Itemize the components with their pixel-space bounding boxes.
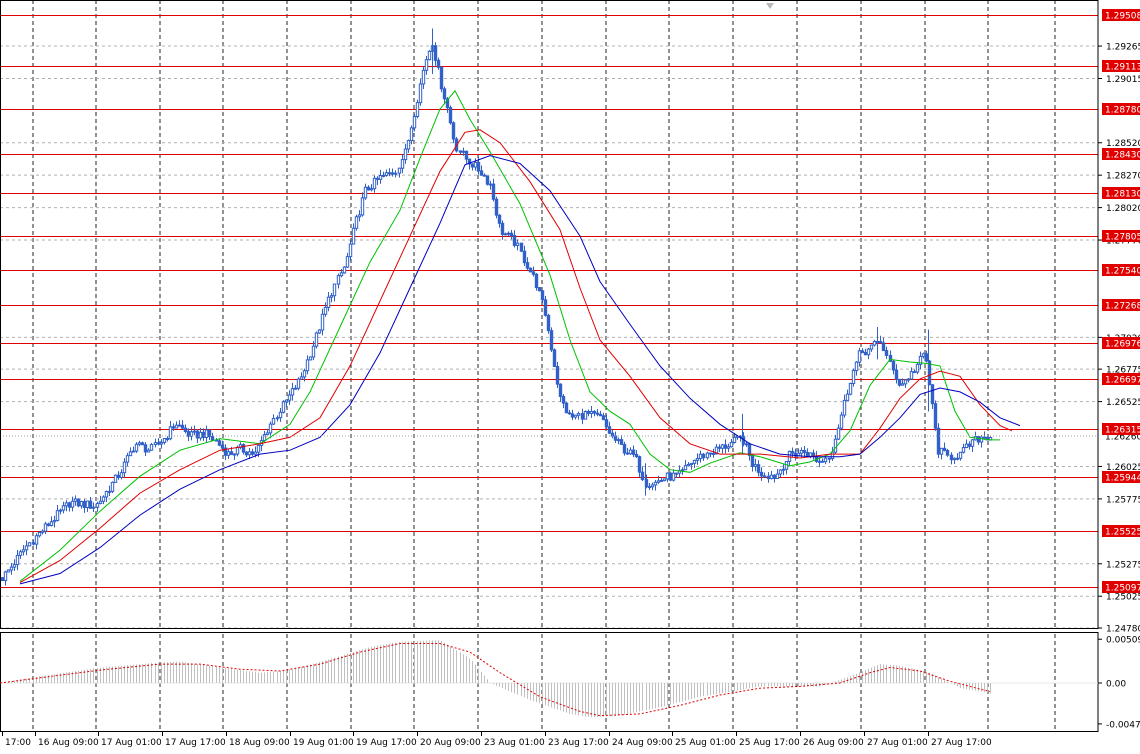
price-level-label: 1.26315	[1102, 423, 1140, 436]
candle[interactable]	[534, 273, 539, 291]
price-level-label: 1.29508	[1102, 9, 1140, 22]
time-tick-label: 19 Aug 01:00	[293, 738, 354, 748]
svg-text:1.29508: 1.29508	[1105, 12, 1140, 22]
indicator-tick-label: -0.00476	[1106, 720, 1140, 730]
candle[interactable]	[110, 481, 115, 494]
candle[interactable]	[427, 50, 432, 61]
price-level-label: 1.27268	[1102, 299, 1140, 312]
time-tick-label: 17:00	[5, 738, 31, 748]
candle[interactable]	[494, 196, 499, 219]
candle[interactable]	[564, 402, 569, 414]
candle[interactable]	[317, 329, 322, 334]
candle[interactable]	[314, 331, 319, 349]
price-level-label: 1.29113	[1102, 60, 1140, 73]
candle[interactable]	[897, 378, 902, 387]
candle[interactable]	[537, 287, 542, 292]
price-level-label: 1.26697	[1102, 373, 1140, 386]
price-tick-label: 1.28520	[1106, 139, 1140, 149]
candle[interactable]	[915, 362, 920, 375]
time-tick-label: 25 Aug 01:00	[675, 738, 736, 748]
price-tick-label: 1.25025	[1106, 593, 1140, 603]
candle[interactable]	[439, 66, 444, 93]
candle[interactable]	[583, 410, 588, 420]
candle[interactable]	[281, 400, 286, 414]
time-tick-label: 27 Aug 17:00	[931, 738, 992, 748]
time-tick-label: 23 Aug 17:00	[548, 738, 609, 748]
candle[interactable]	[485, 175, 490, 186]
svg-text:1.27805: 1.27805	[1105, 233, 1140, 243]
svg-text:1.28780: 1.28780	[1105, 106, 1140, 116]
candle[interactable]	[0, 576, 5, 582]
candle[interactable]	[76, 498, 81, 508]
time-tick-label: 27 Aug 01:00	[867, 738, 928, 748]
svg-text:1.26697: 1.26697	[1105, 376, 1140, 386]
svg-text:1.28430: 1.28430	[1105, 151, 1140, 161]
svg-text:1.29113: 1.29113	[1105, 63, 1140, 73]
candle[interactable]	[851, 368, 856, 387]
candle[interactable]	[296, 377, 301, 391]
time-tick-label: 18 Aug 09:00	[229, 738, 290, 748]
candle[interactable]	[933, 400, 938, 431]
svg-text:1.25944: 1.25944	[1105, 474, 1140, 484]
svg-text:1.28130: 1.28130	[1105, 190, 1140, 200]
price-tick-label: 1.24780	[1106, 625, 1140, 635]
candle[interactable]	[415, 99, 420, 119]
candle[interactable]	[848, 382, 853, 396]
chart-background	[0, 0, 1140, 754]
candle[interactable]	[528, 267, 533, 273]
candle[interactable]	[839, 411, 844, 431]
svg-text:1.26976: 1.26976	[1105, 340, 1140, 350]
candle[interactable]	[6, 569, 11, 573]
price-tick-label: 1.28270	[1106, 172, 1140, 182]
candle[interactable]	[448, 105, 453, 125]
price-tick-label: 1.25775	[1106, 495, 1140, 505]
price-tick-label: 1.29265	[1106, 43, 1140, 53]
candle[interactable]	[149, 442, 154, 451]
candle[interactable]	[308, 356, 313, 361]
trading-chart[interactable]: 1.292651.290151.285201.282701.280201.277…	[0, 0, 1140, 754]
candle[interactable]	[519, 242, 524, 253]
price-level-label: 1.25525	[1102, 525, 1140, 538]
price-level-label: 1.28130	[1102, 187, 1140, 200]
price-level-label: 1.26976	[1102, 337, 1140, 350]
price-level-label: 1.25944	[1102, 471, 1140, 484]
price-tick-label: 1.26525	[1106, 398, 1140, 408]
candle[interactable]	[113, 474, 118, 483]
indicator-tick-label: 0.00	[1106, 680, 1126, 690]
svg-text:1.25525: 1.25525	[1105, 528, 1140, 538]
price-level-label: 1.27540	[1102, 264, 1140, 277]
svg-text:1.27268: 1.27268	[1105, 302, 1140, 312]
time-tick-label: 26 Aug 09:00	[803, 738, 864, 748]
candle[interactable]	[552, 348, 557, 368]
price-tick-label: 1.28020	[1106, 204, 1140, 214]
candle[interactable]	[354, 214, 359, 231]
time-tick-label: 16 Aug 09:00	[38, 738, 99, 748]
svg-text:1.26315: 1.26315	[1105, 426, 1140, 436]
indicator-tick-label: 0.00509	[1106, 636, 1140, 646]
time-tick-label: 24 Aug 09:00	[612, 738, 673, 748]
time-tick-label: 19 Aug 17:00	[356, 738, 417, 748]
candle[interactable]	[27, 542, 32, 547]
time-tick-label: 25 Aug 17:00	[739, 738, 800, 748]
time-tick-label: 17 Aug 01:00	[101, 738, 162, 748]
price-tick-label: 1.29015	[1106, 75, 1140, 85]
price-level-label: 1.25097	[1102, 581, 1140, 594]
svg-text:1.27540: 1.27540	[1105, 267, 1140, 277]
candle[interactable]	[668, 471, 673, 482]
candle[interactable]	[342, 266, 347, 274]
price-level-label: 1.27805	[1102, 230, 1140, 243]
price-level-label: 1.28430	[1102, 148, 1140, 161]
svg-text:1.25097: 1.25097	[1105, 584, 1140, 594]
candle[interactable]	[936, 423, 941, 459]
price-level-label: 1.28780	[1102, 103, 1140, 116]
price-tick-label: 1.25275	[1106, 560, 1140, 570]
time-tick-label: 20 Aug 09:00	[420, 738, 481, 748]
candle[interactable]	[549, 327, 554, 352]
time-tick-label: 23 Aug 01:00	[484, 738, 545, 748]
time-tick-label: 17 Aug 17:00	[165, 738, 226, 748]
candle[interactable]	[546, 313, 551, 334]
